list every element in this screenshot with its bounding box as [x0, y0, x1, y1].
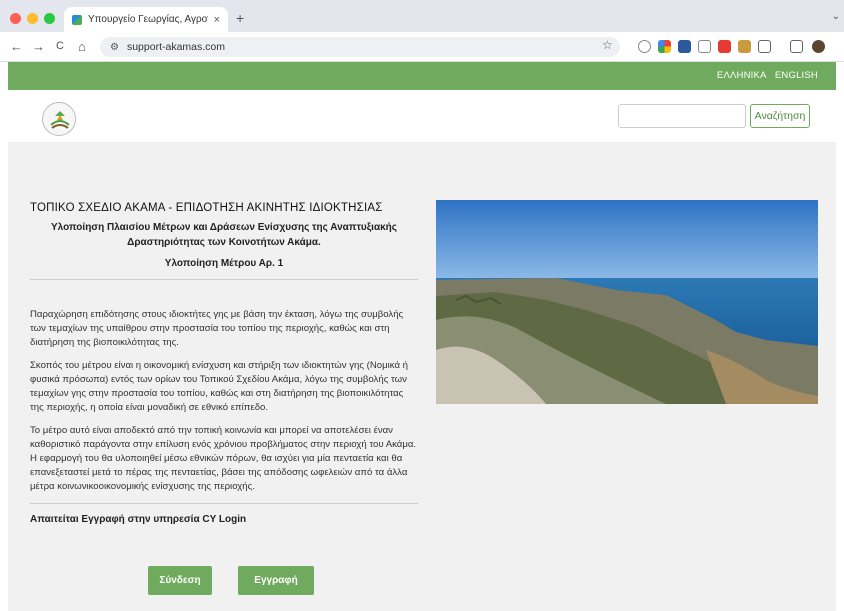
forward-button[interactable]: →: [32, 39, 45, 54]
new-tab-button[interactable]: +: [236, 10, 244, 26]
close-window-button[interactable]: [10, 13, 21, 24]
window-controls: [10, 13, 55, 24]
paragraph: Σκοπός του μέτρου είναι η οικονομική ενί…: [30, 360, 409, 413]
browser-toolbar: ← → C ⌂ ⚙ support-akamas.com ☆: [0, 32, 844, 62]
site-header: Αναζήτηση: [8, 90, 836, 142]
akamas-coast-photo: [436, 200, 818, 404]
language-switcher: ΕΛΛΗΝΙΚΑ ENGLISH: [711, 70, 818, 81]
lang-greek-link[interactable]: ΕΛΛΗΝΙΚΑ: [717, 70, 766, 81]
search-button[interactable]: Αναζήτηση: [750, 104, 810, 128]
measure-heading: Υλοποίηση Μέτρου Αρ. 1: [164, 258, 284, 269]
extension-icon[interactable]: [678, 40, 691, 53]
paragraph: Παραχώρηση επιδότησης στους ιδιοκτήτες γ…: [30, 309, 404, 348]
reload-button[interactable]: C: [56, 40, 64, 52]
bookmark-star-icon[interactable]: ☆: [602, 38, 613, 52]
paragraph: Το μέτρο αυτό είναι αποδεκτό από την τοπ…: [30, 425, 417, 492]
extension-icon[interactable]: [738, 40, 751, 53]
extensions-puzzle-icon[interactable]: [758, 40, 771, 53]
back-button[interactable]: ←: [10, 39, 23, 54]
url-text: support-akamas.com: [126, 41, 226, 53]
registration-notice: Απαιτείται Εγγραφή στην υπηρεσία CY Logi…: [30, 514, 247, 525]
ministry-logo[interactable]: [42, 102, 76, 136]
article: ΤΟΠΙΚΟ ΣΧΕΔΙΟ ΑΚΑΜΑ - ΕΠΙΔΟΤΗΣΗ ΑΚΙΝΗΤΗΣ…: [30, 202, 418, 525]
divider: [30, 503, 418, 504]
home-button[interactable]: ⌂: [78, 39, 86, 54]
extension-icon[interactable]: [638, 40, 651, 53]
tab-list-chevron-icon[interactable]: ⌄: [832, 11, 840, 22]
sidebar-icon[interactable]: [790, 40, 803, 53]
page-title: ΤΟΠΙΚΟ ΣΧΕΔΙΟ ΑΚΑΜΑ - ΕΠΙΔΟΤΗΣΗ ΑΚΙΝΗΤΗΣ…: [30, 202, 383, 214]
profile-avatar[interactable]: [812, 40, 825, 53]
lang-english-link[interactable]: ENGLISH: [775, 70, 818, 81]
extension-icon[interactable]: [698, 40, 711, 53]
maximize-window-button[interactable]: [44, 13, 55, 24]
divider: [30, 279, 418, 280]
register-button[interactable]: Εγγραφή: [238, 566, 314, 595]
site-favicon-icon: [72, 14, 82, 25]
login-button[interactable]: Σύνδεση: [148, 566, 212, 595]
minimize-window-button[interactable]: [27, 13, 38, 24]
language-bar: ΕΛΛΗΝΙΚΑ ENGLISH: [8, 62, 836, 90]
main-content: ΤΟΠΙΚΟ ΣΧΕΔΙΟ ΑΚΑΜΑ - ΕΠΙΔΟΤΗΣΗ ΑΚΙΝΗΤΗΣ…: [8, 142, 836, 611]
search-input[interactable]: [618, 104, 746, 128]
tab-close-icon[interactable]: ×: [214, 14, 220, 26]
address-bar[interactable]: ⚙ support-akamas.com: [100, 37, 620, 57]
extension-icon[interactable]: [658, 40, 671, 53]
browser-tab-bar: Υπουργείο Γεωργίας, Αγροτι × + ⌄: [0, 0, 844, 32]
tab-title: Υπουργείο Γεωργίας, Αγροτι: [88, 14, 208, 25]
site-info-icon[interactable]: ⚙: [110, 42, 119, 53]
browser-tab[interactable]: Υπουργείο Γεωργίας, Αγροτι ×: [64, 7, 228, 32]
page-subtitle: Υλοποίηση Πλαισίου Μέτρων και Δράσεων Εν…: [50, 222, 397, 248]
extension-icon[interactable]: [718, 40, 731, 53]
